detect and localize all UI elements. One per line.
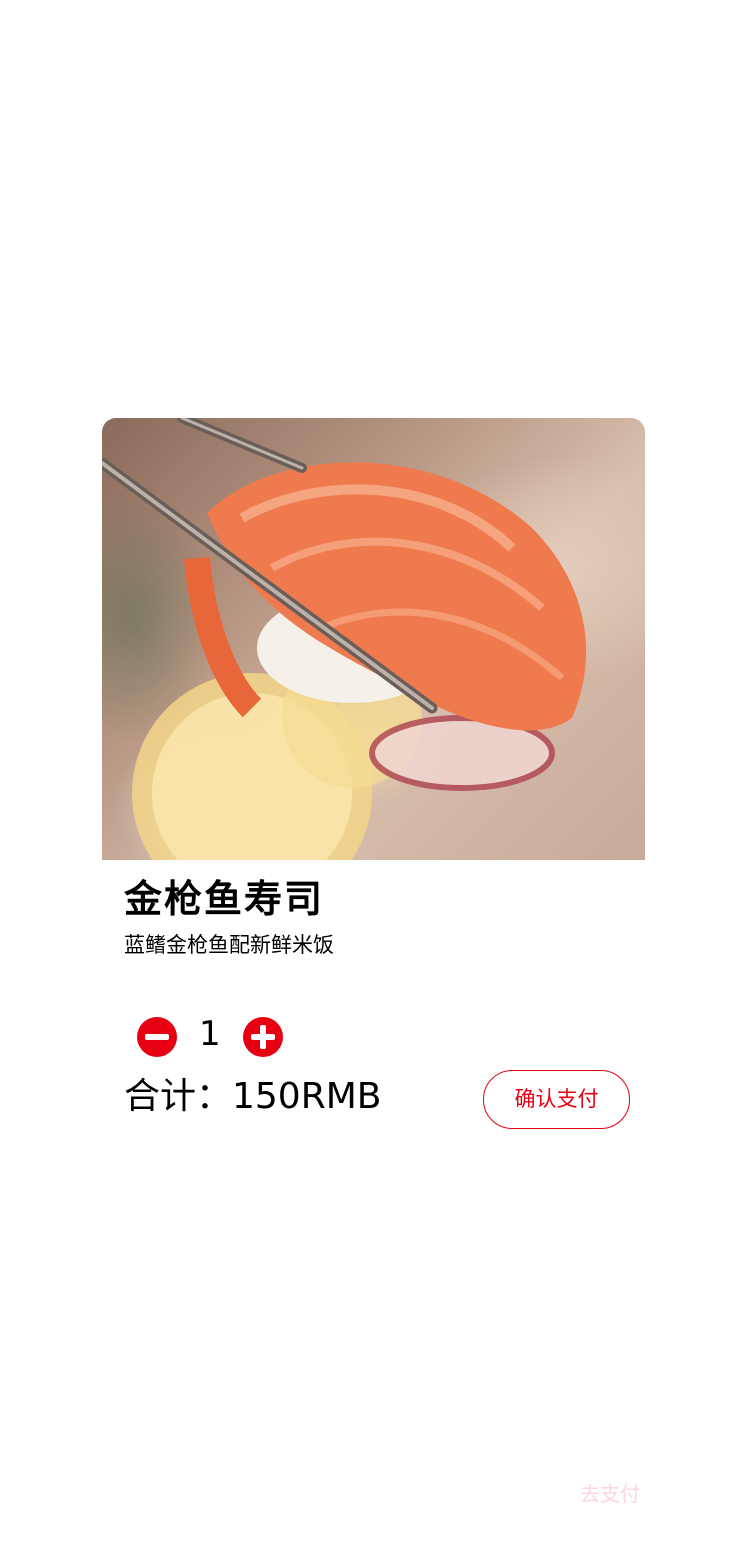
decrease-quantity-button[interactable] [137, 1017, 177, 1057]
product-card [102, 418, 645, 860]
watermark-text: 去支付 [580, 1482, 640, 1506]
minus-icon [145, 1034, 169, 1040]
order-total: 合计：150RMB [124, 1076, 382, 1117]
sushi-illustration [102, 418, 587, 860]
product-image [102, 418, 645, 860]
confirm-payment-button[interactable]: 确认支付 [483, 1070, 630, 1129]
quantity-stepper: 1 [137, 1014, 287, 1058]
product-description: 蓝鳍金枪鱼配新鲜米饭 [124, 933, 334, 957]
increase-quantity-button[interactable] [243, 1017, 283, 1057]
quantity-value: 1 [199, 1014, 221, 1054]
product-title: 金枪鱼寿司 [124, 877, 325, 921]
